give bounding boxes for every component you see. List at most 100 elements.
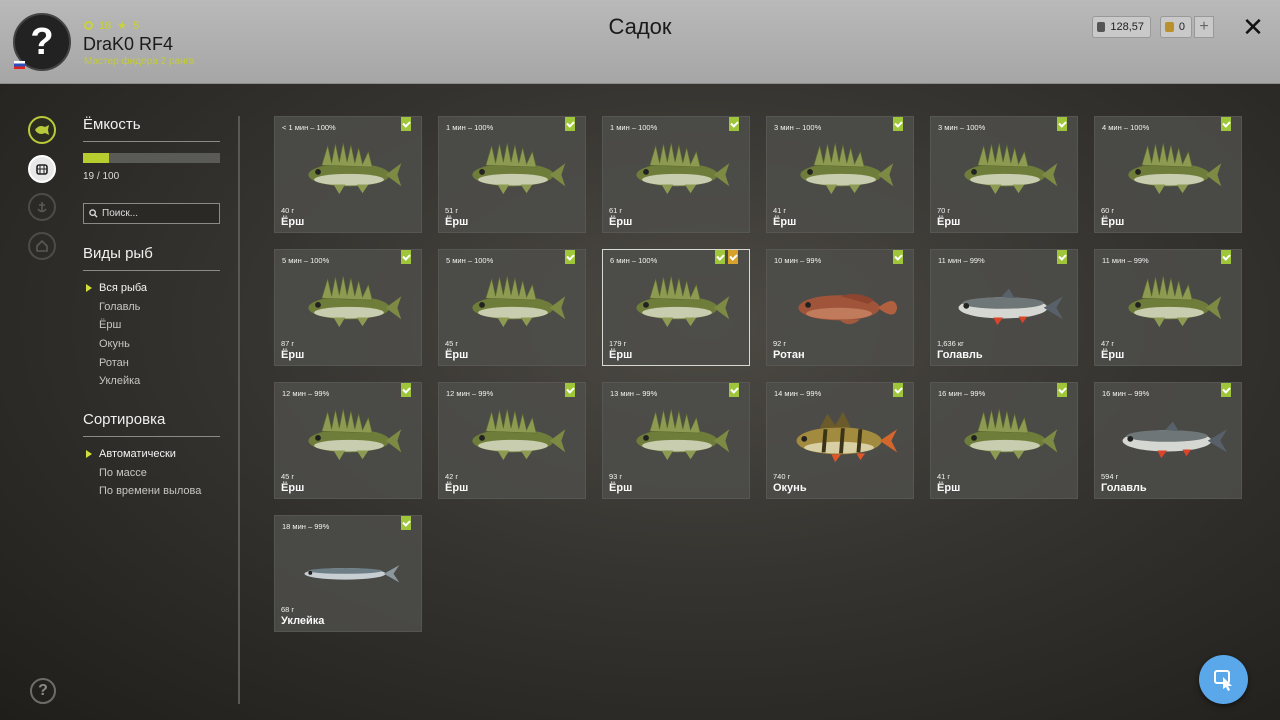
fish-card[interactable]: 11 мин – 99% 1,636 кг Голавль (930, 249, 1078, 366)
catch-time: 5 мин – 100% (446, 256, 494, 265)
bookmark-icon[interactable] (1057, 383, 1067, 397)
bookmark-icon[interactable] (715, 250, 725, 264)
sort-item-weight[interactable]: По массе (86, 464, 201, 483)
fish-card[interactable]: 13 мин – 99% 93 г Ёрш (602, 382, 750, 499)
fish-card[interactable]: 12 мин – 99% 45 г Ёрш (274, 382, 422, 499)
fish-name: Ёрш (609, 349, 633, 361)
catch-time: 13 мин – 99% (610, 389, 658, 398)
bookmark-icon[interactable] (893, 117, 903, 131)
ruffe-fish-icon (636, 142, 730, 195)
help-icon[interactable]: ? (30, 678, 56, 704)
bookmark-icon[interactable] (1057, 117, 1067, 131)
fish-name: Ёрш (609, 482, 633, 494)
fish-card[interactable]: 14 мин – 99% 740 г Окунь (766, 382, 914, 499)
fish-weight: 41 г (937, 472, 951, 481)
species-item-rotan[interactable]: Ротан (86, 353, 147, 372)
bookmark-icon[interactable] (1221, 383, 1231, 397)
fish-card[interactable]: 5 мин – 100% 87 г Ёрш (274, 249, 422, 366)
bookmark-icon[interactable] (401, 117, 411, 131)
search-input[interactable] (102, 208, 212, 219)
anchor-tab-icon[interactable] (28, 193, 56, 221)
search-field[interactable] (83, 203, 220, 224)
perch-fish-icon (796, 411, 898, 463)
bookmark-icon[interactable] (893, 383, 903, 397)
sort-item-auto[interactable]: Автоматически (86, 445, 201, 464)
catch-time: 5 мин – 100% (282, 256, 330, 265)
ruffe-fish-icon (1128, 275, 1222, 328)
chub-fish-icon (1122, 421, 1228, 459)
fish-weight: 42 г (445, 472, 459, 481)
fish-card[interactable]: 3 мин – 100% 70 г Ёрш (930, 116, 1078, 233)
top-bar: ? 18 ★ 5 DraK0 RF4 Мастер фидера 2 ранга… (0, 0, 1280, 84)
fish-card[interactable]: 4 мин – 100% 60 г Ёрш (1094, 116, 1242, 233)
fish-weight: 594 г (1101, 472, 1119, 481)
fish-card[interactable]: 12 мин – 99% 42 г Ёрш (438, 382, 586, 499)
fish-card[interactable]: 16 мин – 99% 594 г Голавль (1094, 382, 1242, 499)
species-item-bleak[interactable]: Уклейка (86, 372, 147, 391)
fish-card[interactable]: 16 мин – 99% 41 г Ёрш (930, 382, 1078, 499)
silver-balance: 128,57 (1092, 16, 1151, 38)
fish-card[interactable]: 18 мин – 99% 68 г Уклейка (274, 515, 422, 632)
rotan-fish-icon (798, 294, 898, 325)
close-button[interactable]: ✕ (1240, 14, 1266, 40)
species-item-chub[interactable]: Голавль (86, 298, 147, 317)
bookmark-icon[interactable] (1221, 117, 1231, 131)
bookmark-icon[interactable] (565, 250, 575, 264)
catch-time: 3 мин – 100% (938, 123, 986, 132)
species-item-ruffe[interactable]: Ёрш (86, 316, 147, 335)
fish-card[interactable]: 5 мин – 100% 45 г Ёрш (438, 249, 586, 366)
fish-name: Ёрш (773, 216, 797, 228)
home-tab-icon[interactable] (28, 232, 56, 260)
ruffe-fish-icon (472, 408, 566, 461)
ruffe-fish-icon (308, 408, 402, 461)
bookmark-icon[interactable] (401, 516, 411, 530)
add-gold-button[interactable]: + (1194, 16, 1214, 38)
fish-card[interactable]: 10 мин – 99% 92 г Ротан (766, 249, 914, 366)
fish-card[interactable]: < 1 мин – 100% 40 г Ёрш (274, 116, 422, 233)
bookmark-icon[interactable] (1057, 250, 1067, 264)
keepnet-tab-icon[interactable] (28, 155, 56, 183)
fish-tab-icon[interactable] (28, 116, 56, 144)
fish-weight: 68 г (281, 605, 295, 614)
cursor-mode-button[interactable] (1199, 655, 1248, 704)
fish-weight: 70 г (937, 206, 951, 215)
bookmark-icon[interactable] (893, 250, 903, 264)
fish-weight: 93 г (609, 472, 623, 481)
bookmark-icon[interactable] (1221, 250, 1231, 264)
cursor-icon (1213, 669, 1232, 691)
species-item-all[interactable]: Вся рыба (86, 279, 147, 298)
fish-weight: 92 г (773, 339, 787, 348)
fish-card[interactable]: 11 мин – 99% 47 г Ёрш (1094, 249, 1242, 366)
catch-time: 16 мин – 99% (938, 389, 986, 398)
fish-weight: 41 г (773, 206, 787, 215)
bookmark-icon[interactable] (401, 250, 411, 264)
catch-time: 1 мин – 100% (610, 123, 658, 132)
bookmark-icon[interactable] (565, 117, 575, 131)
bookmark-icon[interactable] (729, 117, 739, 131)
fish-card[interactable]: 3 мин – 100% 41 г Ёрш (766, 116, 914, 233)
bookmark-icon[interactable] (729, 383, 739, 397)
bleak-fish-icon (304, 565, 400, 583)
fish-card[interactable]: 1 мин – 100% 51 г Ёрш (438, 116, 586, 233)
ruffe-fish-icon (964, 408, 1058, 461)
bookmark-icon[interactable] (401, 383, 411, 397)
ruffe-fish-icon (1128, 142, 1222, 195)
catch-time: 14 мин – 99% (774, 389, 822, 398)
catch-time: 11 мин – 99% (938, 256, 985, 265)
ruffe-fish-icon (636, 408, 730, 461)
fish-card[interactable]: 6 мин – 100% 179 г Ёрш (602, 249, 750, 366)
bookmark-icon[interactable] (565, 383, 575, 397)
sort-item-time[interactable]: По времени вылова (86, 482, 201, 501)
fish-card[interactable]: 1 мин – 100% 61 г Ёрш (602, 116, 750, 233)
catch-time: 10 мин – 99% (774, 256, 822, 265)
species-item-perch[interactable]: Окунь (86, 335, 147, 354)
fish-name: Голавль (1101, 482, 1147, 494)
fish-name: Ёрш (281, 482, 305, 494)
fish-weight: 61 г (609, 206, 623, 215)
trophy-bookmark-icon[interactable] (728, 250, 738, 264)
page-title: Садок (608, 14, 672, 39)
catch-time: 12 мин – 99% (282, 389, 330, 398)
catch-time: 16 мин – 99% (1102, 389, 1150, 398)
fish-name: Ротан (773, 349, 805, 361)
catch-time: 11 мин – 99% (1102, 256, 1149, 265)
